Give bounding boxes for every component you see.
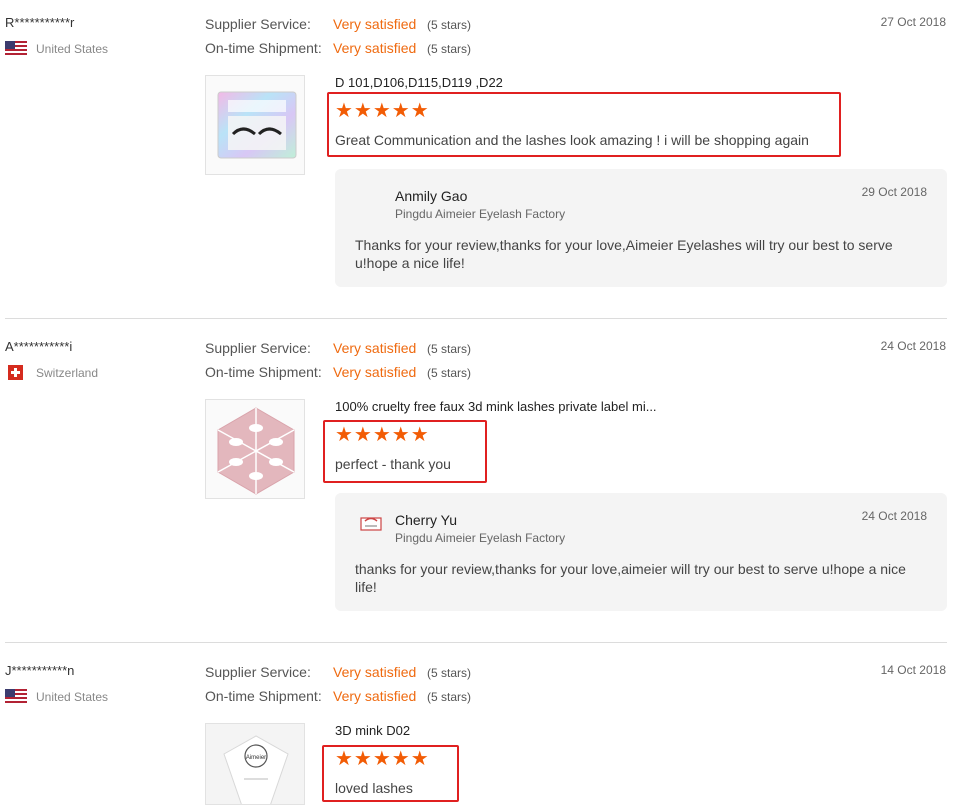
rating-stars-text: (5 stars) bbox=[427, 342, 472, 356]
review-comment: loved lashes bbox=[335, 780, 413, 796]
review-date: 14 Oct 2018 bbox=[880, 663, 946, 677]
reply-date: 24 Oct 2018 bbox=[861, 509, 927, 523]
review-comment: Great Communication and the lashes look … bbox=[335, 132, 809, 148]
country-name: United States bbox=[36, 689, 109, 704]
brand-logo-text: Aimeier bbox=[246, 755, 266, 761]
reply-author: Cherry Yu bbox=[395, 512, 457, 528]
rating-stars-text: (5 stars) bbox=[427, 690, 472, 704]
product-thumbnail[interactable] bbox=[205, 75, 305, 175]
product-thumbnail[interactable]: Aimeier bbox=[205, 723, 305, 805]
divider bbox=[5, 642, 947, 643]
us-flag-icon bbox=[5, 41, 27, 56]
buyer-country: United States bbox=[5, 41, 108, 56]
diamond-box-image: Aimeier bbox=[206, 724, 304, 804]
review-comment: perfect - thank you bbox=[335, 456, 451, 472]
us-flag-icon bbox=[5, 689, 27, 704]
reply-date: 29 Oct 2018 bbox=[861, 185, 927, 199]
rating-stars-text: (5 stars) bbox=[427, 42, 472, 56]
reply-text: Thanks for your review,thanks for your l… bbox=[355, 237, 893, 271]
review-item: J***********n United States 14 Oct 2018 … bbox=[0, 663, 955, 805]
rating-label: Supplier Service: bbox=[205, 340, 311, 356]
review-item: R***********r United States 27 Oct 2018 … bbox=[0, 15, 955, 315]
rating-value: Very satisfied bbox=[333, 40, 417, 56]
product-name[interactable]: D 101,D106,D115,D119 ,D22 bbox=[335, 75, 503, 90]
rating-value: Very satisfied bbox=[333, 364, 417, 380]
supplier-reply: Anmily Gao Pingdu Aimeier Eyelash Factor… bbox=[335, 169, 947, 287]
supplier-avatar bbox=[360, 517, 382, 531]
divider bbox=[5, 318, 947, 319]
review-date: 27 Oct 2018 bbox=[880, 15, 946, 29]
reply-author: Anmily Gao bbox=[395, 188, 468, 204]
reply-company: Pingdu Aimeier Eyelash Factory bbox=[395, 531, 566, 545]
rating-value: Very satisfied bbox=[333, 664, 417, 680]
rating-stars-text: (5 stars) bbox=[427, 366, 472, 380]
country-name: United States bbox=[36, 41, 109, 56]
shipment-rating: On-time Shipment: Very satisfied (5 star… bbox=[205, 364, 471, 380]
rating-stars-text: (5 stars) bbox=[427, 18, 472, 32]
shipment-rating: On-time Shipment: Very satisfied (5 star… bbox=[205, 40, 471, 56]
buyer-name: A***********i bbox=[5, 339, 73, 354]
supplier-service-rating: Supplier Service: Very satisfied (5 star… bbox=[205, 340, 471, 356]
supplier-reply: Cherry Yu Pingdu Aimeier Eyelash Factory… bbox=[335, 493, 947, 611]
rating-value: Very satisfied bbox=[333, 340, 417, 356]
reply-text: thanks for your review,thanks for your l… bbox=[355, 561, 906, 595]
product-name[interactable]: 3D mink D02 bbox=[335, 723, 410, 738]
rating-value: Very satisfied bbox=[333, 688, 417, 704]
rating-label: On-time Shipment: bbox=[205, 40, 322, 56]
swiss-flag-icon bbox=[8, 365, 23, 380]
country-name: Switzerland bbox=[36, 365, 99, 380]
rating-label: Supplier Service: bbox=[205, 16, 311, 32]
reply-company: Pingdu Aimeier Eyelash Factory bbox=[395, 207, 566, 221]
buyer-country: Switzerland bbox=[5, 365, 98, 380]
product-thumbnail[interactable] bbox=[205, 399, 305, 499]
rating-label: On-time Shipment: bbox=[205, 688, 322, 704]
buyer-country: United States bbox=[5, 689, 108, 704]
rating-value: Very satisfied bbox=[333, 16, 417, 32]
buyer-name: R***********r bbox=[5, 15, 75, 30]
rating-label: On-time Shipment: bbox=[205, 364, 322, 380]
star-rating: ★★★★★ bbox=[335, 100, 430, 122]
shipment-rating: On-time Shipment: Very satisfied (5 star… bbox=[205, 688, 471, 704]
lash-box-image bbox=[217, 91, 297, 159]
buyer-name: J***********n bbox=[5, 663, 75, 678]
supplier-service-rating: Supplier Service: Very satisfied (5 star… bbox=[205, 16, 471, 32]
review-item: A***********i Switzerland 24 Oct 2018 Su… bbox=[0, 339, 955, 629]
review-date: 24 Oct 2018 bbox=[880, 339, 946, 353]
product-name[interactable]: 100% cruelty free faux 3d mink lashes pr… bbox=[335, 399, 657, 414]
supplier-service-rating: Supplier Service: Very satisfied (5 star… bbox=[205, 664, 471, 680]
rating-stars-text: (5 stars) bbox=[427, 666, 472, 680]
star-rating: ★★★★★ bbox=[335, 424, 430, 446]
rating-label: Supplier Service: bbox=[205, 664, 311, 680]
hexagon-box-image bbox=[217, 407, 295, 495]
star-rating: ★★★★★ bbox=[335, 748, 430, 770]
